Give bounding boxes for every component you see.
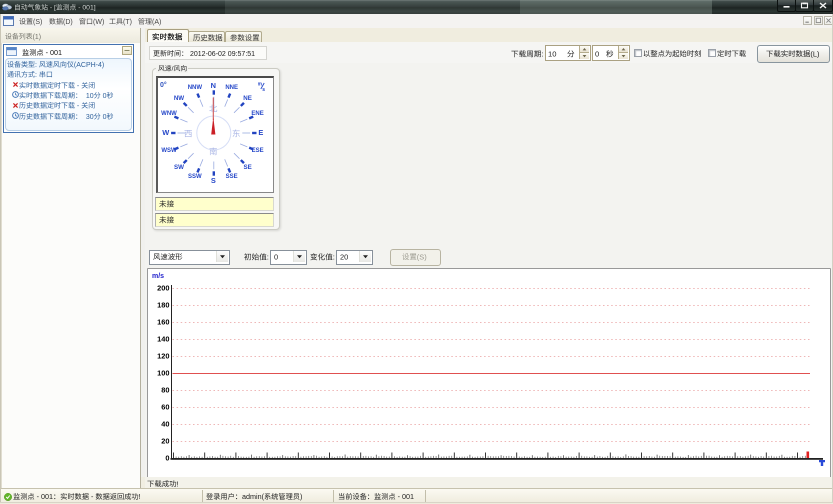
svg-text:20: 20 xyxy=(161,436,169,445)
svg-text:0: 0 xyxy=(595,49,599,58)
svg-text:!: ! xyxy=(138,492,140,501)
svg-text:80: 80 xyxy=(161,385,169,394)
svg-text:(S): (S) xyxy=(416,252,426,261)
svg-text:120: 120 xyxy=(157,351,169,360)
svg-text:(1): (1) xyxy=(33,33,41,40)
svg-text:-: - xyxy=(91,492,94,501)
svg-text:20: 20 xyxy=(340,253,348,262)
svg-text:(T): (T) xyxy=(123,18,132,25)
svg-text:001: 001 xyxy=(402,492,414,501)
svg-text:!: ! xyxy=(176,479,178,488)
svg-text:09:57:51: 09:57:51 xyxy=(228,51,255,58)
svg-text:-: - xyxy=(46,48,49,57)
svg-text:-: - xyxy=(76,83,79,90)
svg-text:(D): (D) xyxy=(63,18,73,25)
svg-text:[: [ xyxy=(54,5,56,12)
svg-text:0: 0 xyxy=(274,253,278,262)
svg-text:s: s xyxy=(262,86,265,90)
svg-text:001: 001 xyxy=(41,492,53,501)
svg-text:30: 30 xyxy=(85,113,93,120)
svg-text:001: 001 xyxy=(50,48,62,57)
svg-text:(W): (W) xyxy=(93,18,104,25)
svg-text:60: 60 xyxy=(161,402,169,411)
svg-text:140: 140 xyxy=(157,334,169,343)
svg-text:(A): (A) xyxy=(152,18,161,25)
svg-text::: : xyxy=(541,49,543,58)
svg-text:0: 0 xyxy=(102,93,106,100)
svg-text:10: 10 xyxy=(85,93,93,100)
svg-text::: : xyxy=(35,62,37,69)
svg-text:-: - xyxy=(78,5,80,12)
svg-text:0: 0 xyxy=(165,453,169,462)
svg-text:(L): (L) xyxy=(810,49,819,58)
svg-text:(S): (S) xyxy=(33,18,42,25)
svg-text:10: 10 xyxy=(548,49,556,58)
svg-text:-: - xyxy=(398,492,401,501)
svg-text:180: 180 xyxy=(157,300,169,309)
svg-text::: : xyxy=(35,72,37,79)
svg-text:/: / xyxy=(172,66,174,73)
svg-text:160: 160 xyxy=(157,317,169,326)
svg-text:40: 40 xyxy=(161,419,169,428)
svg-text:200: 200 xyxy=(157,283,169,292)
svg-text:-: - xyxy=(36,492,39,501)
svg-text:0: 0 xyxy=(102,113,106,120)
svg-text:admin(: admin( xyxy=(242,492,265,501)
svg-text:-: - xyxy=(50,5,52,12)
svg-text:-: - xyxy=(76,103,79,110)
svg-text::: : xyxy=(332,253,334,262)
svg-text:2012-06-02: 2012-06-02 xyxy=(190,51,226,58)
svg-text:001]: 001] xyxy=(82,5,95,12)
svg-text:(ACPH-4): (ACPH-4) xyxy=(74,62,104,69)
svg-text:): ) xyxy=(300,492,302,501)
svg-text:100: 100 xyxy=(157,368,169,377)
